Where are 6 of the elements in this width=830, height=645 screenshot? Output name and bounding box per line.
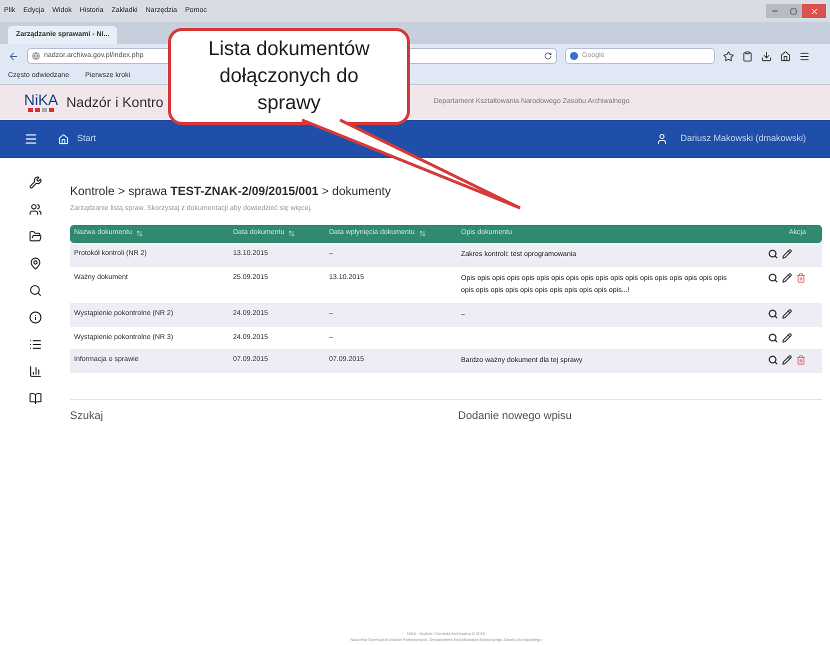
logo: NiKA — [24, 93, 58, 112]
breadcrumb: Kontrole > sprawa TEST-ZNAK-2/09/2015/001 > dokumenty — [70, 183, 392, 200]
app-title: Nadzór i Kontro — [66, 93, 164, 112]
section-title: Szukaj — [70, 409, 104, 424]
section-title: Dodanie nowego wpisu — [458, 409, 572, 424]
callout-text: Lista dokumentów dołączonych do sprawy — [207, 37, 371, 116]
